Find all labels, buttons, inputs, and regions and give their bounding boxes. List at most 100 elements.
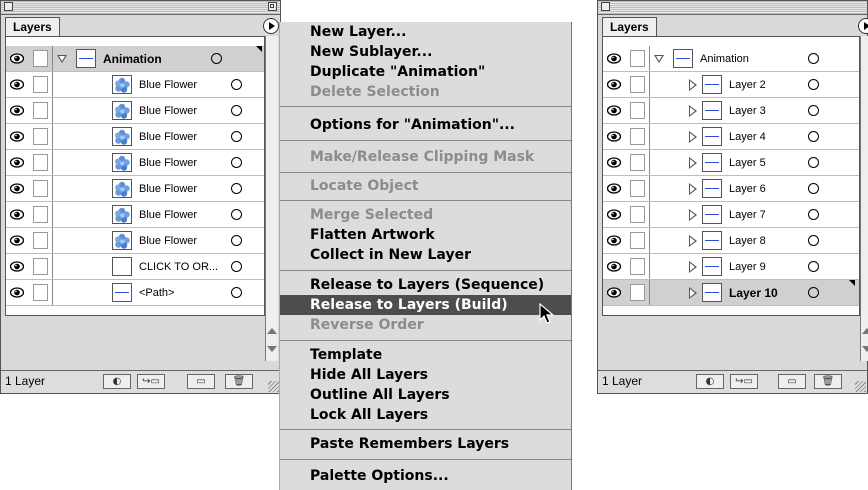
menu-item-clipping-mask[interactable]: Make/Release Clipping Mask [280, 147, 571, 167]
lock-toggle[interactable] [630, 206, 645, 223]
lock-toggle[interactable] [33, 50, 48, 67]
collapse-triangle-icon[interactable] [689, 131, 697, 143]
layer-row[interactable]: Blue Flower [6, 98, 264, 124]
visibility-eye-icon[interactable] [10, 79, 24, 90]
menu-item-release-build[interactable]: Release to Layers (Build) [280, 295, 571, 315]
expand-triangle-icon[interactable] [654, 55, 664, 63]
visibility-eye-icon[interactable] [10, 235, 24, 246]
new-sublayer-icon[interactable]: ↪▭ [730, 374, 758, 389]
lock-toggle[interactable] [33, 128, 48, 145]
menu-item-hide-all[interactable]: Hide All Layers [280, 365, 571, 385]
lock-toggle[interactable] [630, 128, 645, 145]
layer-row-animation[interactable]: Animation [6, 46, 264, 72]
lock-toggle[interactable] [630, 180, 645, 197]
menu-item-palette-options[interactable]: Palette Options... [280, 466, 571, 486]
lock-toggle[interactable] [33, 102, 48, 119]
lock-toggle[interactable] [630, 50, 645, 67]
lock-toggle[interactable] [630, 154, 645, 171]
resize-grip-icon[interactable] [855, 381, 866, 392]
menu-item-duplicate[interactable]: Duplicate "Animation" [280, 62, 571, 82]
menu-item-options-for[interactable]: Options for "Animation"... [280, 115, 571, 135]
collapse-triangle-icon[interactable] [689, 157, 697, 169]
new-layer-icon[interactable]: ▭ [187, 374, 215, 389]
menu-item-new-sublayer[interactable]: New Sublayer... [280, 42, 571, 62]
visibility-eye-icon[interactable] [607, 209, 621, 220]
visibility-eye-icon[interactable] [10, 287, 24, 298]
target-circle-icon[interactable] [808, 53, 819, 64]
visibility-eye-icon[interactable] [607, 287, 621, 298]
visibility-eye-icon[interactable] [10, 209, 24, 220]
collapse-triangle-icon[interactable] [689, 183, 697, 195]
layer-row-animation[interactable]: Animation [603, 46, 859, 72]
make-clipping-mask-icon[interactable]: ◐ [696, 374, 724, 389]
visibility-eye-icon[interactable] [10, 261, 24, 272]
layer-row[interactable]: Blue Flower [6, 150, 264, 176]
menu-item-release-sequence[interactable]: Release to Layers (Sequence) [280, 275, 571, 295]
visibility-eye-icon[interactable] [10, 105, 24, 116]
menu-item-new-layer[interactable]: New Layer... [280, 22, 571, 42]
menu-item-lock-all[interactable]: Lock All Layers [280, 405, 571, 425]
lock-toggle[interactable] [33, 206, 48, 223]
layer-row[interactable]: <Path> [6, 280, 264, 306]
layer-row[interactable]: Blue Flower [6, 176, 264, 202]
menu-item-collect-new-layer[interactable]: Collect in New Layer [280, 245, 571, 265]
scroll-down-icon[interactable] [267, 344, 277, 354]
lock-toggle[interactable] [33, 76, 48, 93]
visibility-eye-icon[interactable] [10, 53, 24, 64]
layer-row[interactable]: Blue Flower [6, 228, 264, 254]
visibility-eye-icon[interactable] [10, 131, 24, 142]
scrollbar[interactable] [265, 36, 278, 361]
layer-row[interactable]: Layer 2 [603, 72, 859, 98]
layer-row[interactable]: Layer 8 [603, 228, 859, 254]
expand-triangle-icon[interactable] [57, 55, 67, 63]
target-circle-icon[interactable] [808, 183, 819, 194]
target-circle-icon[interactable] [231, 287, 242, 298]
resize-grip-icon[interactable] [268, 381, 279, 392]
palette-title-bar[interactable] [598, 1, 867, 15]
layer-row[interactable]: Blue Flower [6, 124, 264, 150]
layer-row[interactable]: Layer 6 [603, 176, 859, 202]
visibility-eye-icon[interactable] [607, 79, 621, 90]
lock-toggle[interactable] [33, 232, 48, 249]
target-circle-icon[interactable] [808, 131, 819, 142]
lock-toggle[interactable] [630, 258, 645, 275]
menu-item-reverse-order[interactable]: Reverse Order [280, 315, 571, 335]
collapse-triangle-icon[interactable] [689, 287, 697, 299]
lock-toggle[interactable] [630, 102, 645, 119]
layer-row[interactable]: Blue Flower [6, 72, 264, 98]
new-layer-icon[interactable]: ▭ [778, 374, 806, 389]
target-circle-icon[interactable] [211, 53, 222, 64]
new-sublayer-icon[interactable]: ↪▭ [137, 374, 165, 389]
target-circle-icon[interactable] [231, 235, 242, 246]
tab-layers[interactable]: Layers [602, 17, 657, 36]
menu-item-flatten-artwork[interactable]: Flatten Artwork [280, 225, 571, 245]
lock-toggle[interactable] [33, 154, 48, 171]
collapse-triangle-icon[interactable] [689, 105, 697, 117]
target-circle-icon[interactable] [231, 131, 242, 142]
layer-row[interactable]: Layer 3 [603, 98, 859, 124]
visibility-eye-icon[interactable] [10, 183, 24, 194]
layer-row[interactable]: CLICK TO OR... [6, 254, 264, 280]
menu-item-outline-all[interactable]: Outline All Layers [280, 385, 571, 405]
zoom-box-icon[interactable] [268, 2, 277, 11]
visibility-eye-icon[interactable] [607, 157, 621, 168]
menu-item-locate-object[interactable]: Locate Object [280, 176, 571, 196]
visibility-eye-icon[interactable] [607, 53, 621, 64]
collapse-triangle-icon[interactable] [689, 209, 697, 221]
menu-item-template[interactable]: Template [280, 345, 571, 365]
layer-row[interactable]: Layer 7 [603, 202, 859, 228]
layer-row[interactable]: Blue Flower [6, 202, 264, 228]
collapse-triangle-icon[interactable] [689, 235, 697, 247]
target-circle-icon[interactable] [808, 235, 819, 246]
visibility-eye-icon[interactable] [607, 235, 621, 246]
target-circle-icon[interactable] [808, 79, 819, 90]
close-box-icon[interactable] [601, 2, 610, 11]
make-clipping-mask-icon[interactable]: ◐ [103, 374, 131, 389]
scroll-up-icon[interactable] [862, 326, 868, 336]
palette-menu-icon[interactable] [263, 18, 279, 34]
scrollbar[interactable] [860, 36, 868, 361]
trash-icon[interactable]: 🗑 [225, 374, 253, 389]
visibility-eye-icon[interactable] [10, 157, 24, 168]
collapse-triangle-icon[interactable] [689, 79, 697, 91]
target-circle-icon[interactable] [808, 261, 819, 272]
